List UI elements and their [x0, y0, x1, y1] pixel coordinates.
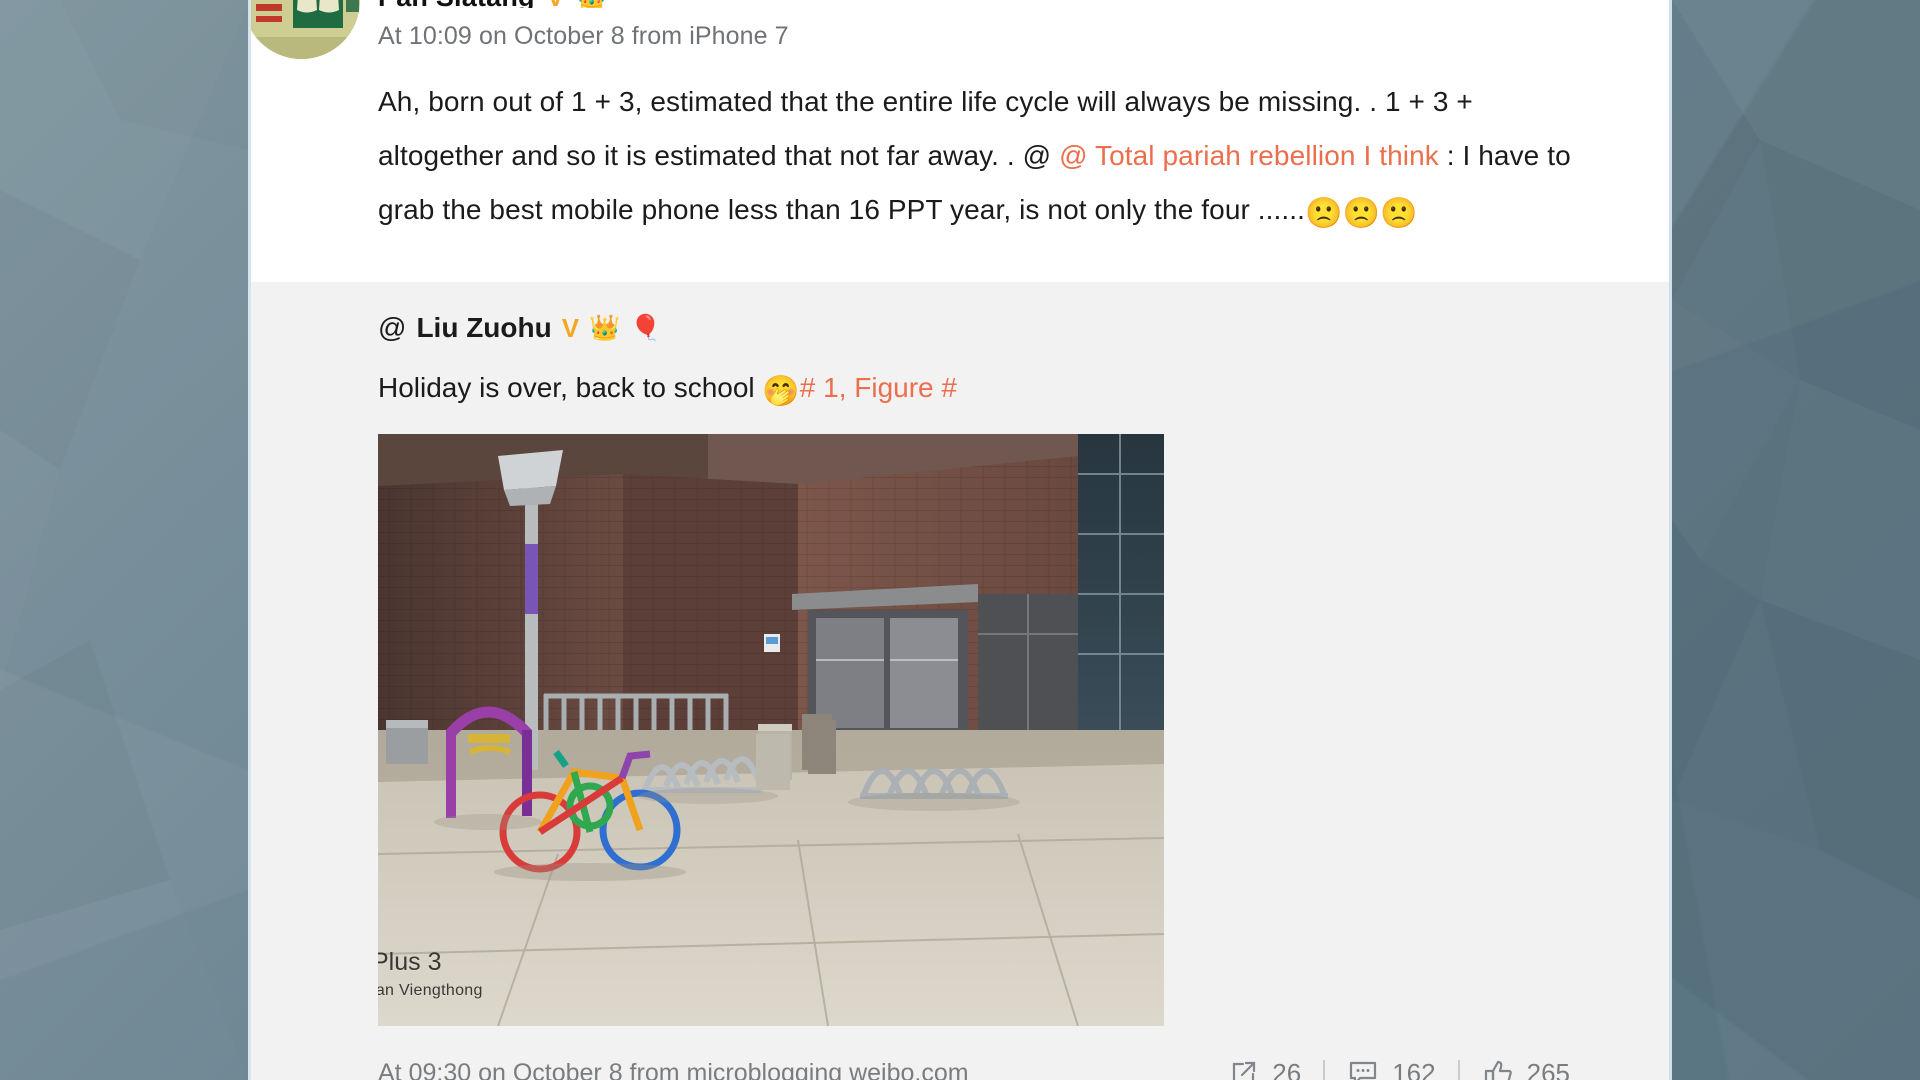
quoted-post-text: Holiday is over, back to school 🤭# 1, Fi… [248, 368, 1672, 412]
comment-icon [1347, 1058, 1379, 1080]
balloon-emoji: 🎈 [630, 313, 662, 342]
comment-count: 162 [1392, 1057, 1436, 1080]
crown-emoji: 👑 [589, 313, 621, 342]
column-right-edge [1669, 0, 1672, 1080]
primary-post-body: Ah, born out of 1 + 3, estimated that th… [248, 75, 1672, 241]
author-line: Pan Siatang V 👑 [378, 0, 1672, 8]
quoted-post-meta: At 09:30 on October 8 from microblogging… [378, 1058, 969, 1080]
hashtag-link[interactable]: # 1, Figure # [800, 372, 957, 403]
verified-badge-icon: V [561, 313, 580, 343]
column-left-edge [248, 0, 251, 1080]
post-photo[interactable]: Plus 3 ian Viengthong [378, 434, 1164, 1026]
primary-post-meta: At 10:09 on October 8 from iPhone 7 [378, 22, 789, 50]
share-count: 26 [1272, 1057, 1302, 1080]
thumbs-up-icon [1482, 1058, 1514, 1080]
watermark-title: Plus 3 [378, 948, 442, 976]
smiling-face-emoji: 🤭 [762, 375, 800, 408]
engagement-stats: 26 162 265 [1207, 1058, 1592, 1080]
feed-content-column: Pan Siatang V 👑 At 10:09 on October 8 fr… [248, 0, 1672, 1080]
primary-post-header: Pan Siatang V 👑 At 10:09 on October 8 fr… [248, 0, 1672, 51]
at-symbol: @ [378, 312, 407, 343]
quoted-author-name[interactable]: Liu Zuohu [416, 312, 551, 344]
share-stat[interactable]: 26 [1207, 1058, 1323, 1080]
primary-post: Pan Siatang V 👑 At 10:09 on October 8 fr… [248, 0, 1672, 282]
watermark-author: ian Viengthong [378, 982, 483, 999]
like-count: 265 [1526, 1057, 1570, 1080]
quoted-text-content: Holiday is over, back to school [378, 372, 763, 403]
frowning-face-emoji: 🙁🙁🙁 [1305, 197, 1418, 230]
quoted-post-author-line: @ Liu Zuohu V 👑 🎈 [248, 312, 1672, 344]
like-stat[interactable]: 265 [1460, 1058, 1592, 1080]
comment-stat[interactable]: 162 [1325, 1058, 1457, 1080]
author-name[interactable]: Pan Siatang [378, 0, 535, 8]
share-icon [1229, 1058, 1259, 1080]
quoted-post-footer: At 09:30 on October 8 from microblogging… [378, 1050, 1592, 1080]
quoted-post: @ Liu Zuohu V 👑 🎈 Holiday is over, back … [248, 282, 1672, 1080]
verified-badge-icon: V [547, 0, 564, 8]
mention-link[interactable]: @ Total pariah rebellion I think [1059, 140, 1439, 171]
crown-badge-icon: 👑 [576, 0, 607, 8]
photo-watermark: Plus 3 ian Viengthong [378, 948, 483, 1000]
